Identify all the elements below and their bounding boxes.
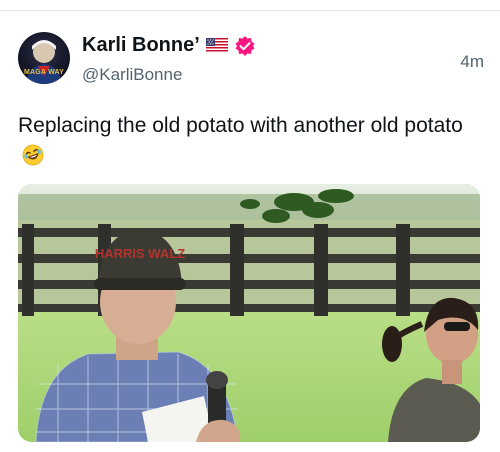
avatar-artwork [26, 40, 62, 84]
tweet-body: Replacing the old potato with another ol… [18, 114, 463, 137]
verified-badge-icon [234, 35, 256, 57]
us-flag-icon [205, 38, 228, 53]
video-frame: HARRIS WALZ [18, 184, 480, 442]
timestamp[interactable]: 4m [460, 52, 484, 72]
tweet-text: Replacing the old potato with another ol… [18, 110, 478, 172]
avatar-caption: MAGA WAY [24, 69, 64, 76]
top-divider [0, 10, 500, 11]
user-handle[interactable]: @KarliBonne [82, 65, 182, 85]
tweet-header: MAGA WAY Karli Bonne’ @KarliBonne 4m [18, 32, 484, 92]
avatar[interactable]: MAGA WAY [18, 32, 70, 84]
cap-logo-text: HARRIS WALZ [95, 246, 185, 261]
name-row: Karli Bonne’ [82, 34, 256, 57]
video-media[interactable]: HARRIS WALZ [18, 184, 480, 442]
rolling-laughing-emoji-icon [22, 144, 44, 166]
display-name[interactable]: Karli Bonne’ [82, 34, 200, 57]
